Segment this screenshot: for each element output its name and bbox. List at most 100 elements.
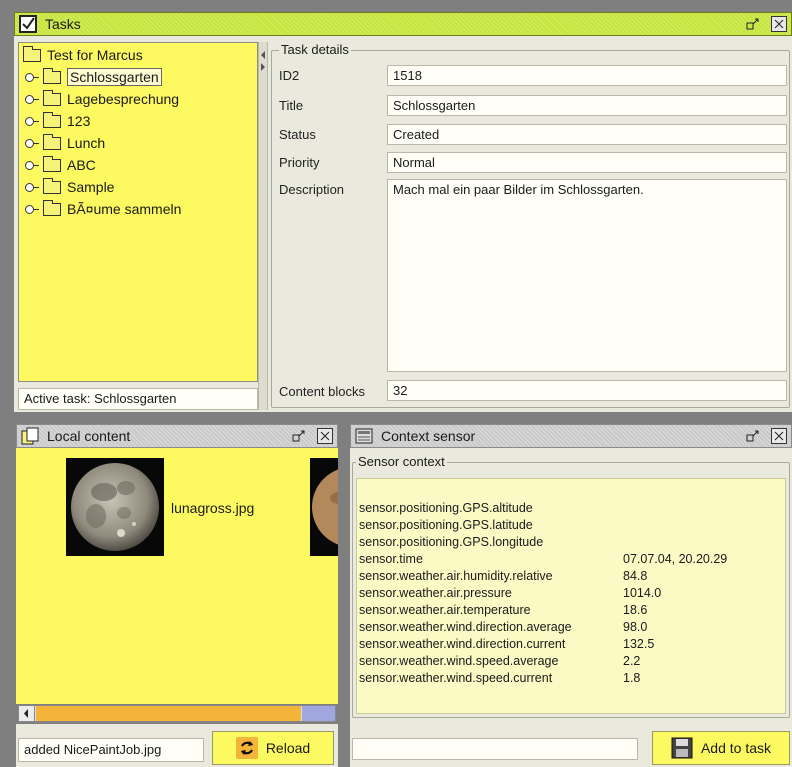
tree-expand-handle-icon[interactable] xyxy=(25,138,39,148)
sensor-value: 1.8 xyxy=(623,671,641,685)
sensor-value: 07.07.04, 20.20.29 xyxy=(623,552,728,566)
close-box-icon[interactable] xyxy=(771,16,787,32)
sensor-row: sensor.positioning.GPS.latitude xyxy=(359,518,779,535)
active-task-field: Active task: Schlossgarten xyxy=(18,388,258,410)
sensor-value: 132.5 xyxy=(623,637,655,651)
sensor-key: sensor.positioning.GPS.altitude xyxy=(359,501,533,515)
local-content-list: lunagross.jpg xyxy=(16,448,338,704)
folder-icon xyxy=(43,111,61,128)
split-arrows-icon[interactable] xyxy=(259,50,267,74)
scroll-track-right[interactable] xyxy=(302,706,335,721)
reload-label: Reload xyxy=(265,740,311,756)
tree-expand-handle-icon[interactable] xyxy=(25,204,39,214)
tree-item-schlossgarten[interactable]: Schlossgarten xyxy=(25,67,162,87)
title-field[interactable]: Schlossgarten xyxy=(387,95,787,116)
tree-item-lunch[interactable]: Lunch xyxy=(25,133,105,153)
tree-item-label: BÃ¤ume sammeln xyxy=(67,201,182,217)
description-label: Description xyxy=(279,182,345,197)
sensor-window-icon xyxy=(355,428,373,444)
sensor-row: sensor.weather.wind.direction.current 13… xyxy=(359,637,779,654)
folder-icon xyxy=(43,155,61,172)
moon-image xyxy=(71,463,159,551)
tree-expand-handle-icon[interactable] xyxy=(25,72,39,82)
tasks-titlebar: Tasks xyxy=(14,12,792,36)
sensor-row: sensor.weather.air.humidity.relative 84.… xyxy=(359,569,779,586)
sensor-key: sensor.weather.wind.speed.average xyxy=(359,654,559,668)
folder-icon xyxy=(43,177,61,194)
sensor-value: 1014.0 xyxy=(623,586,662,600)
tree-item-abc[interactable]: ABC xyxy=(25,155,96,175)
maximize-arrow-icon[interactable] xyxy=(745,428,761,444)
local-status-field: added NicePaintJob.jpg xyxy=(18,738,204,762)
tree-item-lagebesprechung[interactable]: Lagebesprechung xyxy=(25,89,179,109)
floppy-disk-icon xyxy=(671,737,693,759)
sensor-value: 18.6 xyxy=(623,603,648,617)
sensor-row: sensor.positioning.GPS.altitude xyxy=(359,501,779,518)
sensor-value: 84.8 xyxy=(623,569,648,583)
maximize-arrow-icon[interactable] xyxy=(291,428,307,444)
sensor-row: sensor.weather.air.pressure 1014.0 xyxy=(359,586,779,603)
sensor-row: sensor.weather.air.temperature 18.6 xyxy=(359,603,779,620)
second-thumbnail[interactable] xyxy=(310,458,338,556)
thumbnail-filename: lunagross.jpg xyxy=(171,500,255,516)
document-stack-icon xyxy=(21,427,39,445)
id-field[interactable]: 1518 xyxy=(387,65,787,86)
local-content-title: Local content xyxy=(47,428,131,444)
id-label: ID2 xyxy=(279,68,300,83)
add-to-task-button[interactable]: Add to task xyxy=(652,731,790,765)
sensor-row: sensor.weather.wind.speed.average 2.2 xyxy=(359,654,779,671)
status-label: Status xyxy=(279,127,316,142)
tree-item-123[interactable]: 123 xyxy=(25,111,90,131)
content-blocks-label: Content blocks xyxy=(279,384,365,399)
folder-icon xyxy=(43,89,61,106)
sensor-context-title: Sensor context xyxy=(356,454,447,469)
tasks-window-title: Tasks xyxy=(45,16,81,32)
tree-item-label: ABC xyxy=(67,157,96,173)
tree-expand-handle-icon[interactable] xyxy=(25,94,39,104)
sensor-row: sensor.time 07.07.04, 20.20.29 xyxy=(359,552,779,569)
tree-expand-handle-icon[interactable] xyxy=(25,160,39,170)
circular-arrows-icon xyxy=(235,737,258,759)
folder-icon xyxy=(43,133,61,150)
tree-item-label: Lunch xyxy=(67,135,106,151)
split-pane-divider[interactable] xyxy=(258,42,268,410)
maximize-arrow-icon[interactable] xyxy=(745,16,761,32)
sensor-key: sensor.weather.air.pressure xyxy=(359,586,512,600)
sensor-row: sensor.positioning.GPS.longitude xyxy=(359,535,779,552)
sensor-key: sensor.positioning.GPS.latitude xyxy=(359,518,533,532)
sensor-key: sensor.weather.wind.direction.current xyxy=(359,637,566,651)
sensor-key: sensor.positioning.GPS.longitude xyxy=(359,535,544,549)
arrow-left-icon xyxy=(24,709,28,718)
sensor-row: sensor.weather.wind.direction.average 98… xyxy=(359,620,779,637)
priority-field[interactable]: Normal xyxy=(387,152,787,173)
tree-item-label: Sample xyxy=(67,179,115,195)
tree-item-sample[interactable]: Sample xyxy=(25,177,114,197)
tree-expand-handle-icon[interactable] xyxy=(25,116,39,126)
moon-thumbnail[interactable] xyxy=(66,458,164,556)
description-textarea[interactable]: Mach mal ein paar Bilder im Schlossgarte… xyxy=(387,179,787,372)
sensor-key: sensor.weather.air.temperature xyxy=(359,603,531,617)
context-sensor-title: Context sensor xyxy=(381,428,476,444)
tree-item-label: 123 xyxy=(67,113,91,129)
tree-root-label: Test for Marcus xyxy=(47,47,143,63)
content-blocks-field[interactable]: 32 xyxy=(387,380,787,401)
local-content-titlebar: Local content xyxy=(16,424,338,448)
tree-root[interactable]: Test for Marcus xyxy=(23,45,143,65)
scroll-thumb[interactable] xyxy=(36,706,301,721)
folder-icon xyxy=(43,67,61,84)
task-tree: Test for Marcus Schlossgarten Lagebespre… xyxy=(18,42,258,382)
close-box-icon[interactable] xyxy=(317,428,333,444)
sensor-key: sensor.weather.wind.speed.current xyxy=(359,671,553,685)
tree-item-baeume-sammeln[interactable]: BÃ¤ume sammeln xyxy=(25,199,181,219)
tree-item-label: Schlossgarten xyxy=(67,68,162,86)
scroll-left-button[interactable] xyxy=(19,706,35,721)
sensor-input[interactable] xyxy=(352,738,638,760)
status-field[interactable]: Created xyxy=(387,124,787,145)
task-details-title: Task details xyxy=(279,42,351,57)
close-box-icon[interactable] xyxy=(771,428,787,444)
priority-label: Priority xyxy=(279,155,320,170)
reload-button[interactable]: Reload xyxy=(212,731,334,765)
add-to-task-label: Add to task xyxy=(700,740,772,756)
tree-expand-handle-icon[interactable] xyxy=(25,182,39,192)
local-scrollbar[interactable] xyxy=(18,705,336,722)
